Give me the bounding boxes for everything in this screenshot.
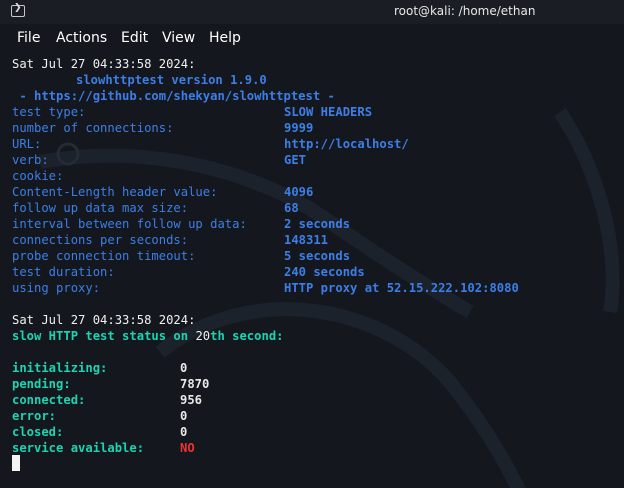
config-label: cookie: xyxy=(12,169,64,183)
status-value: 956 xyxy=(180,393,203,407)
config-row: connections per seconds: 148311 xyxy=(12,232,328,248)
config-row: test type: SLOW HEADERS xyxy=(12,104,372,120)
config-row: URL: http://localhost/ xyxy=(12,136,409,152)
menu-bar: File Actions Edit View Help xyxy=(0,27,624,51)
status-row: initializing: 0 xyxy=(12,360,187,376)
config-row: Content-Length header value: 4096 xyxy=(12,184,313,200)
config-label: number of connections: xyxy=(12,121,174,135)
status-label: initializing: xyxy=(12,361,108,375)
status-value: 0 xyxy=(180,361,188,375)
status-label: error: xyxy=(12,409,57,423)
window-title: root@kali: /home/ethan xyxy=(394,4,536,18)
config-label: follow up data max size: xyxy=(12,201,189,215)
menu-help[interactable]: Help xyxy=(209,30,241,46)
config-label: verb: xyxy=(12,153,49,167)
config-label: connections per seconds: xyxy=(12,233,189,247)
config-row: interval between follow up data: 2 second… xyxy=(12,216,350,232)
config-label: probe connection timeout: xyxy=(12,249,196,263)
menu-actions[interactable]: Actions xyxy=(56,30,107,46)
config-value: SLOW HEADERS xyxy=(284,105,373,119)
status-label: pending: xyxy=(12,377,71,391)
config-label: URL: xyxy=(12,137,42,151)
terminal-cursor[interactable] xyxy=(12,455,20,471)
config-value: 5 seconds xyxy=(284,249,351,263)
config-label: test duration: xyxy=(12,265,115,279)
service-available-value: NO xyxy=(180,441,195,455)
config-row: number of connections: 9999 xyxy=(12,120,313,136)
timestamp-line-1: Sat Jul 27 04:33:58 2024: xyxy=(12,57,196,71)
status-heading: slow HTTP test status on 20th second: xyxy=(12,328,284,344)
status-value: 7870 xyxy=(180,377,210,391)
config-value: 2 seconds xyxy=(284,217,351,231)
status-prefix: slow HTTP test status on xyxy=(12,329,196,343)
config-row: cookie: xyxy=(12,168,63,184)
status-row: service available: NO xyxy=(12,440,195,456)
config-label: using proxy: xyxy=(12,281,101,295)
status-suffix: th second: xyxy=(210,329,284,343)
menu-view[interactable]: View xyxy=(162,30,195,46)
config-label: Content-Length header value: xyxy=(12,185,218,199)
status-label: closed: xyxy=(12,425,64,439)
config-value: 240 seconds xyxy=(284,265,365,279)
status-row: pending: 7870 xyxy=(12,376,209,392)
status-row: closed: 0 xyxy=(12,424,187,440)
status-label: service available: xyxy=(12,441,145,455)
window-titlebar: ❯ root@kali: /home/ethan xyxy=(0,0,624,24)
config-value: HTTP proxy at 52.15.222.102:8080 xyxy=(284,281,519,295)
config-label: interval between follow up data: xyxy=(12,217,247,231)
timestamp-line-2: Sat Jul 27 04:33:58 2024: xyxy=(12,313,196,327)
config-row: using proxy: HTTP proxy at 52.15.222.102:… xyxy=(12,280,519,296)
config-value: GET xyxy=(284,153,307,167)
menu-edit[interactable]: Edit xyxy=(121,30,148,46)
menu-file[interactable]: File xyxy=(17,30,40,46)
config-value: 4096 xyxy=(284,185,314,199)
config-row: probe connection timeout: 5 seconds xyxy=(12,248,350,264)
config-row: verb: GET xyxy=(12,152,306,168)
status-value: 0 xyxy=(180,425,188,439)
config-value: 9999 xyxy=(284,121,314,135)
config-value: 148311 xyxy=(284,233,329,247)
status-row: connected: 956 xyxy=(12,392,202,408)
status-seconds: 20 xyxy=(195,329,211,343)
status-value: 0 xyxy=(180,409,188,423)
config-value: 68 xyxy=(284,201,299,215)
terminal-icon[interactable]: ❯ xyxy=(11,3,25,17)
config-row: test duration: 240 seconds xyxy=(12,264,365,280)
config-row: follow up data max size: 68 xyxy=(12,200,299,216)
config-value: http://localhost/ xyxy=(284,137,409,151)
version-line: slowhttptest version 1.9.0 xyxy=(76,73,267,87)
status-row: error: 0 xyxy=(12,408,187,424)
config-label: test type: xyxy=(12,105,86,119)
status-label: connected: xyxy=(12,393,86,407)
project-url-line: - https://github.com/shekyan/slowhttptes… xyxy=(12,89,335,103)
